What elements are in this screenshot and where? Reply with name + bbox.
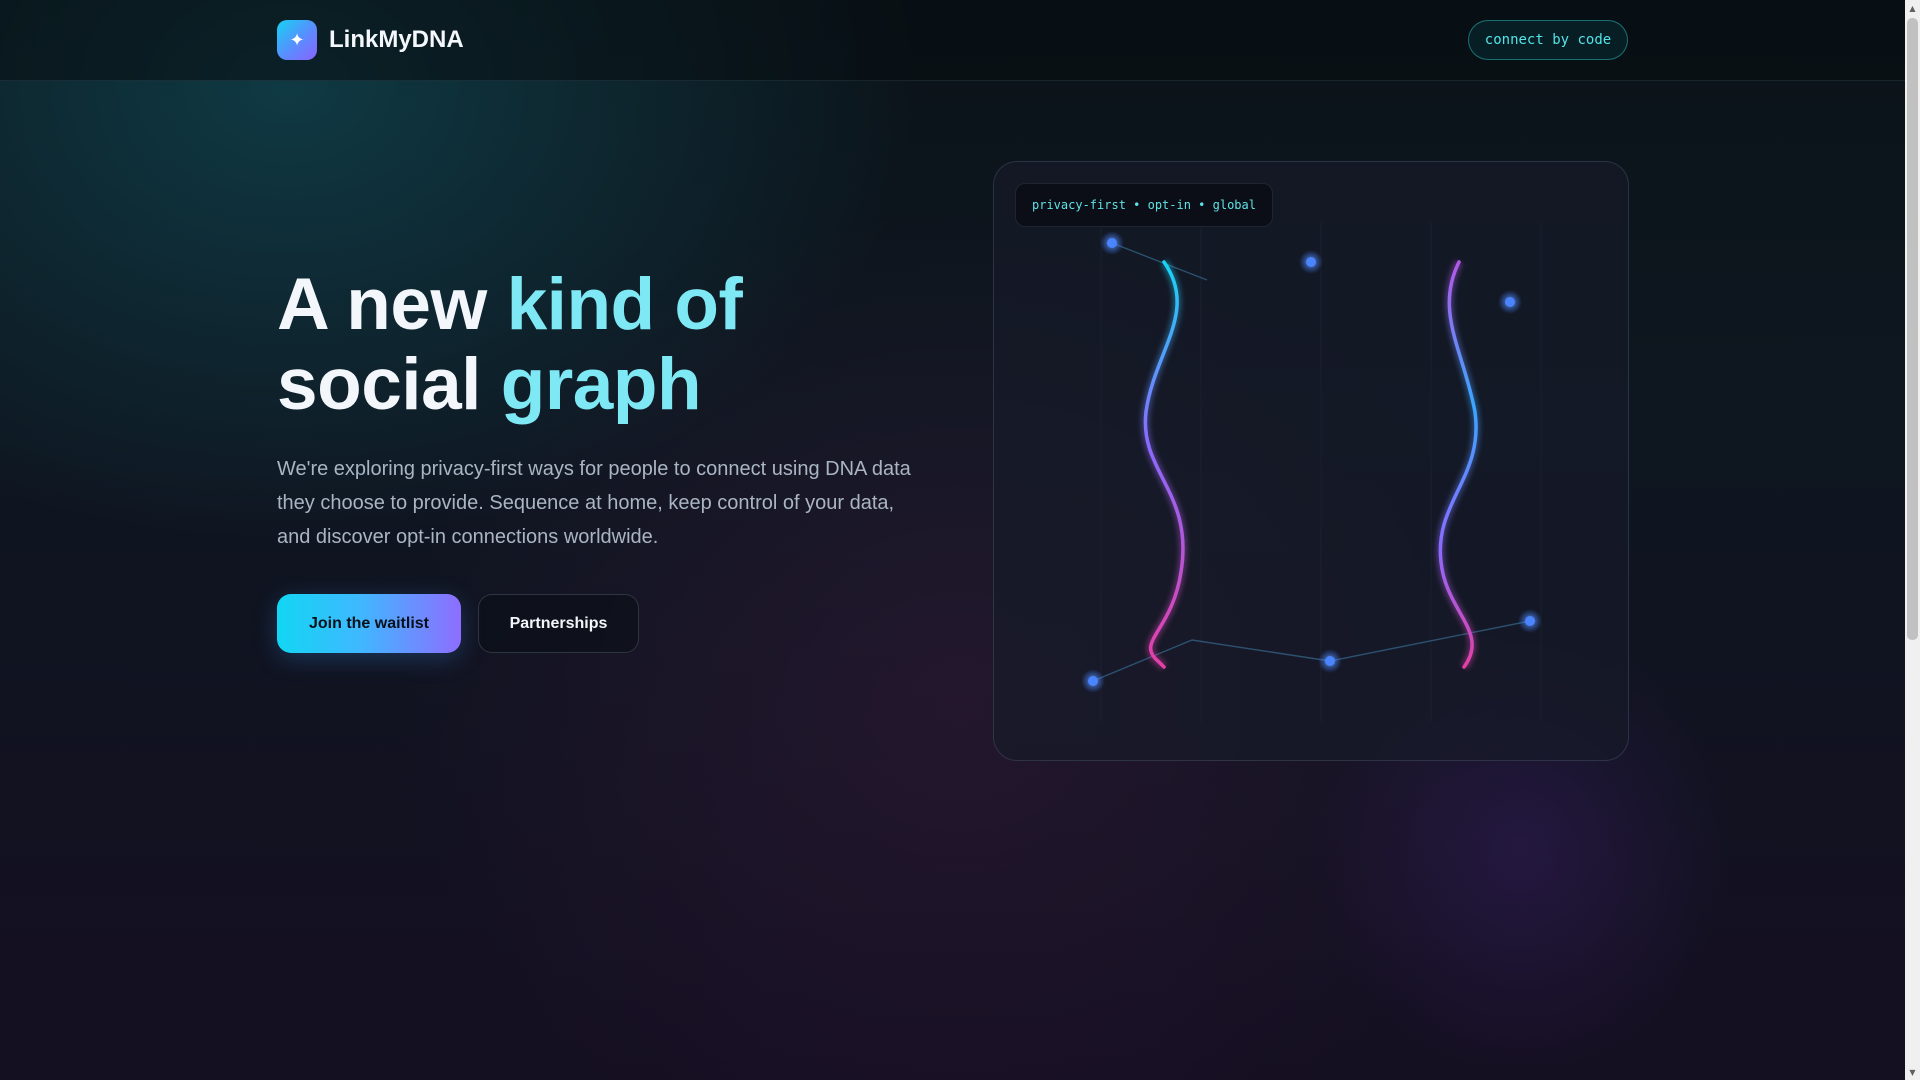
graph-node [1299, 250, 1323, 274]
graph-node [1081, 669, 1105, 693]
privacy-badge: privacy-first • opt-in • global [1015, 183, 1273, 227]
graph-node [1518, 609, 1542, 633]
join-waitlist-button[interactable]: Join the waitlist [277, 594, 461, 653]
graph-node [1100, 231, 1124, 255]
graph-node [1318, 649, 1342, 673]
connect-by-code-button[interactable]: connect by code [1468, 20, 1628, 60]
dna-graph-illustration [1081, 222, 1542, 722]
graph-node [1498, 290, 1522, 314]
hero-title: A new kind of social graph [277, 265, 897, 425]
title-line2-white: social [277, 344, 481, 425]
dna-graph-card: privacy-first • opt-in • global [993, 161, 1629, 761]
hero-description: We're exploring privacy-first ways for p… [277, 458, 911, 548]
dna-strand-left [1140, 259, 1188, 671]
title-line1-accent: kind of [506, 264, 743, 345]
title-line1-white: A new [277, 264, 487, 345]
dna-sparkle-icon: ✦ [277, 20, 317, 60]
partnerships-button[interactable]: Partnerships [478, 594, 639, 653]
scroll-up-icon[interactable]: ▲ [1905, 0, 1920, 16]
scroll-down-icon[interactable]: ▼ [1905, 1064, 1920, 1080]
scroll-thumb[interactable] [1907, 18, 1918, 640]
title-line2-accent: graph [500, 344, 702, 425]
top-nav: ✦ LinkMyDNA connect by code [0, 0, 1905, 81]
brand[interactable]: ✦ LinkMyDNA [277, 20, 464, 60]
page-scrollbar[interactable]: ▲ ▼ [1905, 0, 1920, 1080]
dna-strand-right [1435, 259, 1481, 670]
brand-name: LinkMyDNA [329, 26, 464, 53]
